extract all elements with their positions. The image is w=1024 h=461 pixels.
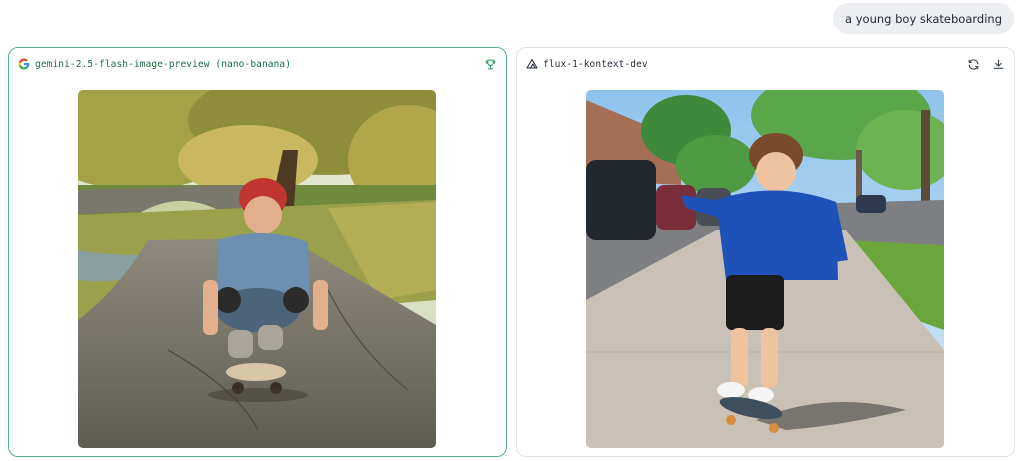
panel-header: gemini-2.5-flash-image-preview (nano-ban… [9,48,506,80]
triangle-logo-icon [526,58,538,70]
generated-image-skateboard-boy-park[interactable] [78,90,436,448]
model-result-panel-left: gemini-2.5-flash-image-preview (nano-ban… [8,47,507,457]
model-result-panel-right: flux-1-kontext-dev [516,47,1015,457]
trophy-icon[interactable] [484,58,497,71]
panel-header: flux-1-kontext-dev [517,48,1014,80]
model-name-label: gemini-2.5-flash-image-preview (nano-ban… [35,58,292,70]
refresh-icon[interactable] [967,58,980,71]
google-g-icon [18,58,30,70]
prompt-text: a young boy skateboarding [845,11,1002,26]
generated-image-skateboard-boy-sidewalk[interactable] [586,90,944,448]
user-prompt-bubble: a young boy skateboarding [833,3,1014,34]
download-icon[interactable] [992,58,1005,71]
model-name-label: flux-1-kontext-dev [543,58,648,70]
